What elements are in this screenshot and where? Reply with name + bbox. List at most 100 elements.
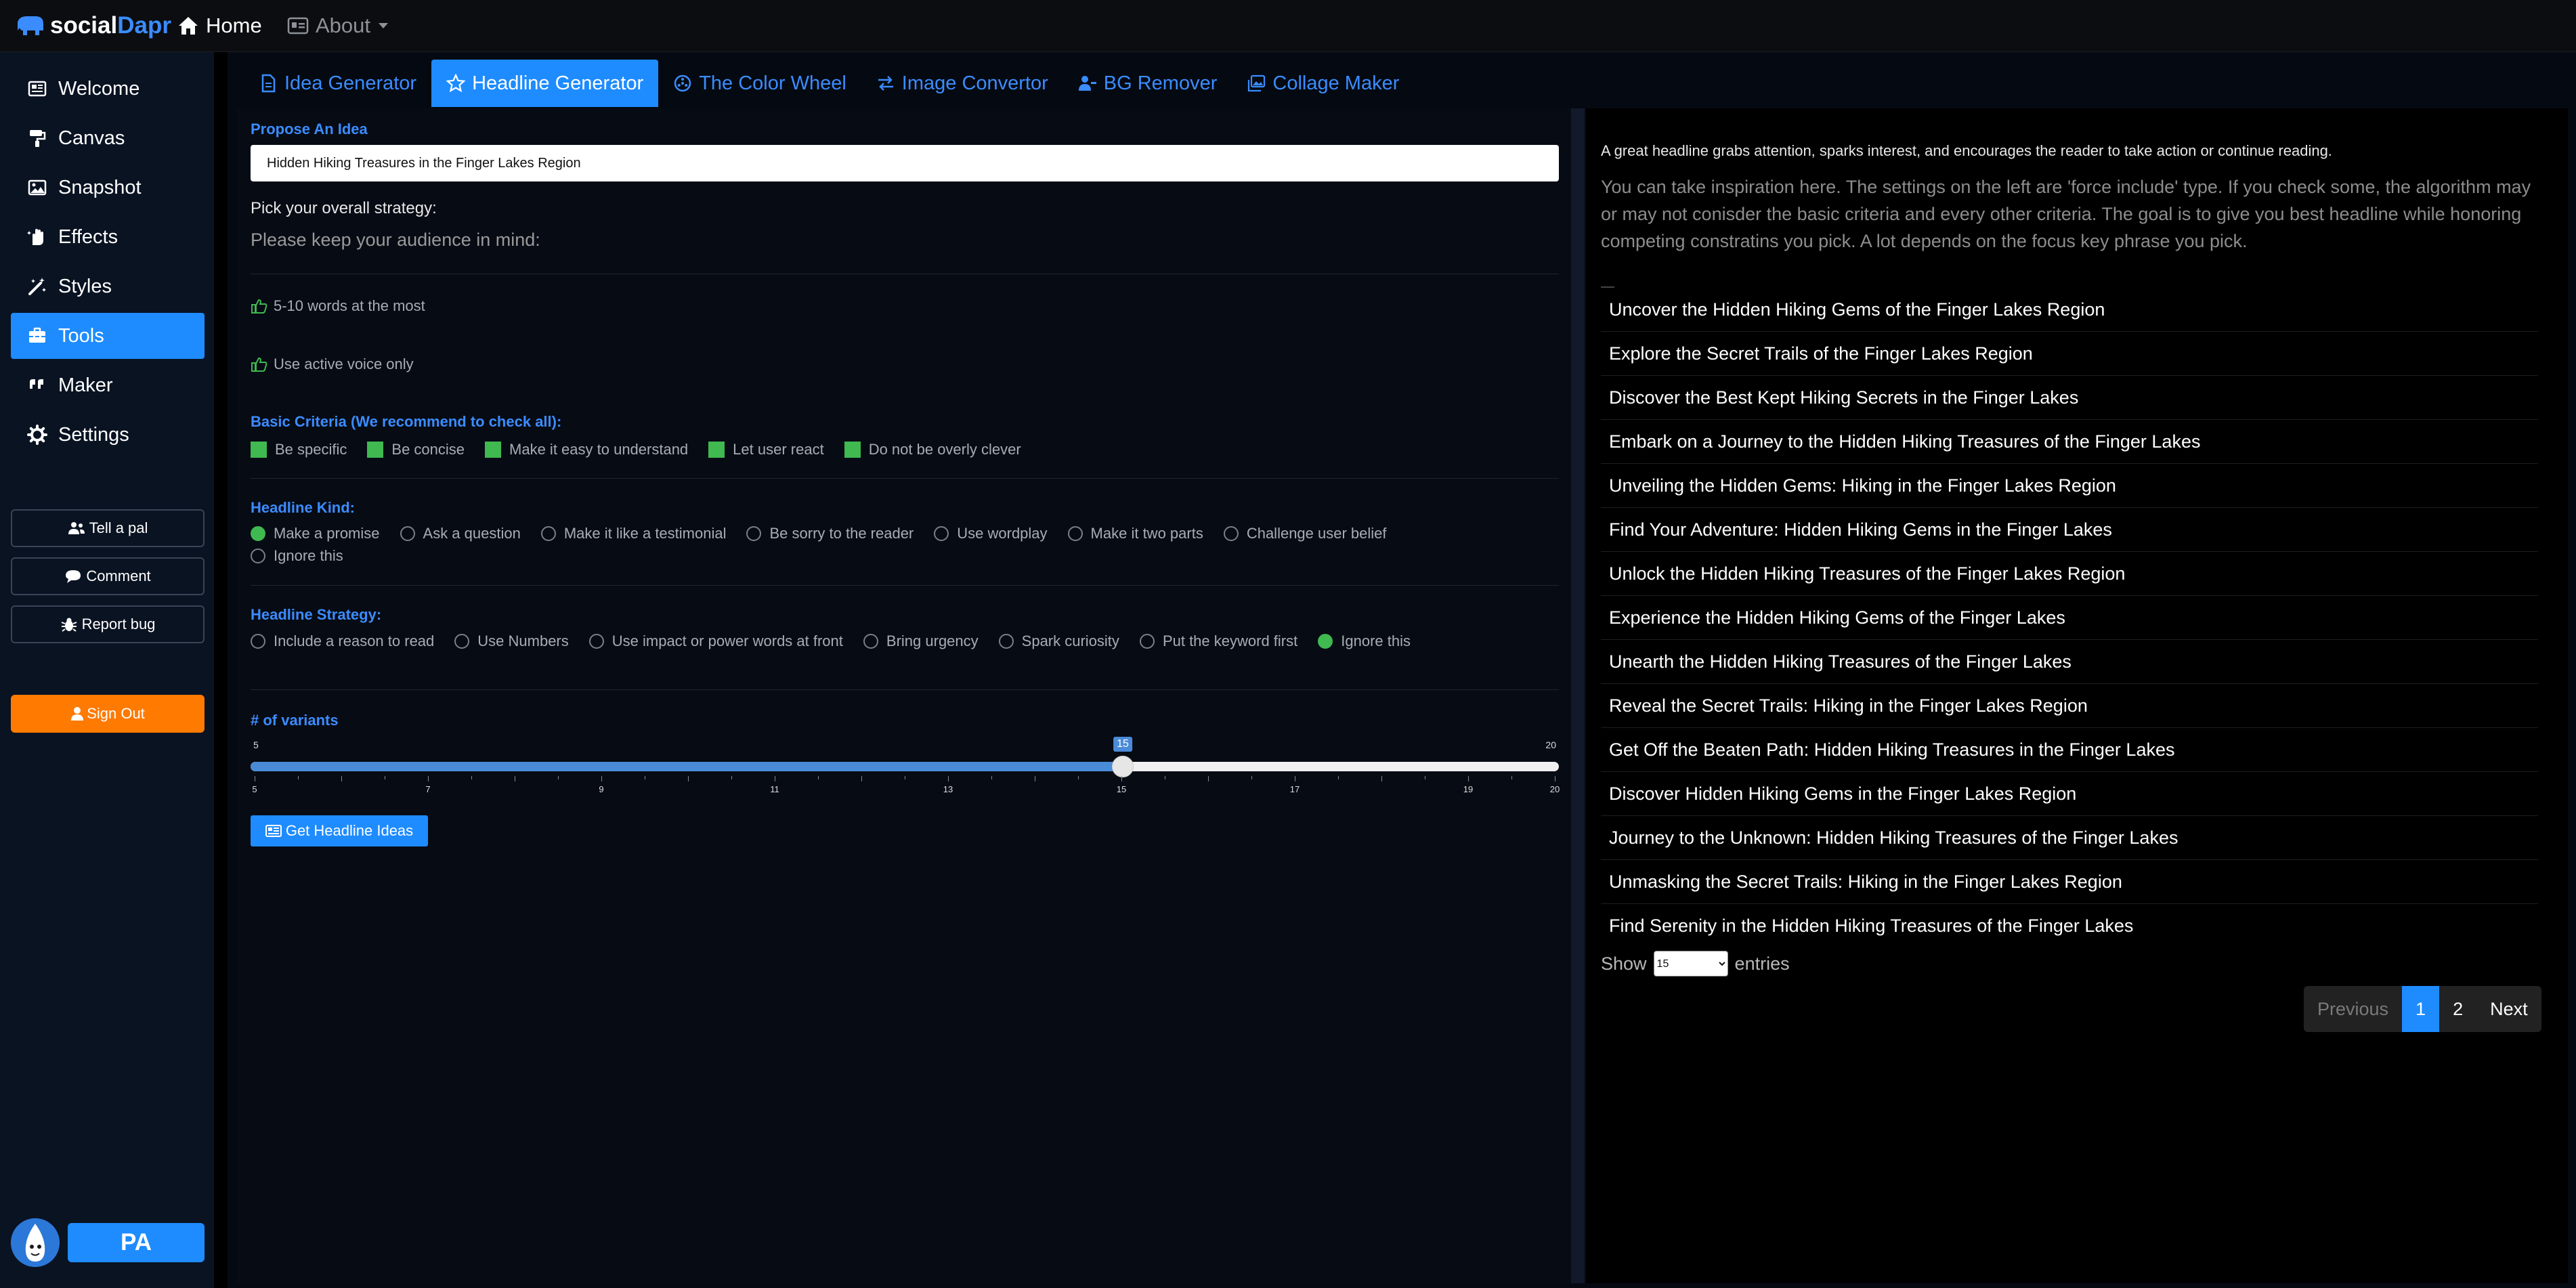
radio-dot[interactable] <box>540 526 556 541</box>
tell-a-pal-button[interactable]: Tell a pal <box>11 509 205 547</box>
radio-be-sorry[interactable]: Be sorry to the reader <box>746 525 914 542</box>
radio-keyword-first[interactable]: Put the keyword first <box>1139 632 1297 650</box>
radio-bring-urgency[interactable]: Bring urgency <box>863 632 979 650</box>
pagination-previous[interactable]: Previous <box>2304 986 2402 1032</box>
gear-icon <box>27 425 47 445</box>
sidebar-item-snapshot[interactable]: Snapshot <box>11 165 205 211</box>
tab-bg-remover[interactable]: BG Remover <box>1063 60 1232 107</box>
radio-dot[interactable] <box>1067 526 1083 541</box>
radio-dot[interactable] <box>1139 634 1155 649</box>
headline-row[interactable]: Find Serenity in the Hidden Hiking Treas… <box>1601 904 2538 948</box>
sidebar-item-styles[interactable]: Styles <box>11 263 205 309</box>
headline-row[interactable]: Discover the Best Kept Hiking Secrets in… <box>1601 376 2538 420</box>
headline-row[interactable]: Unearth the Hidden Hiking Treasures of t… <box>1601 640 2538 684</box>
checkbox-easy-to-understand[interactable]: Make it easy to understand <box>485 441 688 458</box>
radio-ignore-strategy[interactable]: Ignore this <box>1318 632 1411 650</box>
entries-select[interactable]: 15 <box>1653 951 1728 976</box>
pagination-page-1[interactable]: 1 <box>2402 986 2440 1032</box>
headline-kind-radios-row2: Ignore this <box>251 544 364 567</box>
idea-input[interactable] <box>251 145 1559 181</box>
headline-row[interactable]: Unmasking the Secret Trails: Hiking in t… <box>1601 860 2538 904</box>
headline-row[interactable]: Experience the Hidden Hiking Gems of the… <box>1601 596 2538 640</box>
radio-make-a-promise[interactable]: Make a promise <box>251 525 380 542</box>
checkbox-let-user-react[interactable]: Let user react <box>708 441 824 458</box>
headline-row[interactable]: Explore the Secret Trails of the Finger … <box>1601 332 2538 376</box>
comment-button[interactable]: Comment <box>11 557 205 595</box>
sidebar-item-canvas[interactable]: Canvas <box>11 115 205 161</box>
radio-testimonial[interactable]: Make it like a testimonial <box>540 525 726 542</box>
headline-text: Embark on a Journey to the Hidden Hiking… <box>1609 431 2201 452</box>
user-profile-button[interactable]: PA <box>68 1223 205 1262</box>
radio-dot[interactable] <box>251 634 265 649</box>
radio-dot[interactable] <box>998 634 1014 649</box>
get-headline-ideas-button[interactable]: Get Headline Ideas <box>251 815 428 846</box>
tab-image-convertor[interactable]: Image Convertor <box>861 60 1063 107</box>
headline-row[interactable]: Unlock the Hidden Hiking Treasures of th… <box>1601 552 2538 596</box>
radio-reason-to-read[interactable]: Include a reason to read <box>251 632 434 650</box>
sidebar-item-maker[interactable]: Maker <box>11 362 205 408</box>
sidebar-item-settings[interactable]: Settings <box>11 412 205 458</box>
radio-dot[interactable] <box>1318 634 1333 649</box>
divider <box>251 585 1559 586</box>
radio-ignore-kind[interactable]: Ignore this <box>251 547 343 565</box>
top-navbar: social Dapr Home About <box>0 0 2576 52</box>
headline-row[interactable]: Embark on a Journey to the Hidden Hiking… <box>1601 420 2538 464</box>
headline-row[interactable]: Unveiling the Hidden Gems: Hiking in the… <box>1601 464 2538 508</box>
pagination-next[interactable]: Next <box>2476 986 2541 1032</box>
headline-row[interactable]: Uncover the Hidden Hiking Gems of the Fi… <box>1601 288 2538 332</box>
tab-idea-generator[interactable]: Idea Generator <box>244 60 431 107</box>
radio-spark-curiosity[interactable]: Spark curiosity <box>998 632 1119 650</box>
report-bug-button[interactable]: Report bug <box>11 605 205 643</box>
checkbox-be-concise[interactable]: Be concise <box>367 441 465 458</box>
radio-dot[interactable] <box>251 526 265 541</box>
radio-label: Make it two parts <box>1090 525 1203 542</box>
thumbs-up-icon <box>251 299 267 314</box>
tab-collage-maker[interactable]: Collage Maker <box>1232 60 1414 107</box>
radio-dot[interactable] <box>746 526 762 541</box>
results-intro: A great headline grabs attention, sparks… <box>1601 142 2332 159</box>
radio-dot[interactable] <box>863 634 878 649</box>
headline-row[interactable]: Get Off the Beaten Path: Hidden Hiking T… <box>1601 728 2538 772</box>
headline-row[interactable]: Journey to the Unknown: Hidden Hiking Tr… <box>1601 816 2538 860</box>
checkbox-not-overly-clever[interactable]: Do not be overly clever <box>844 441 1021 458</box>
radio-challenge-belief[interactable]: Challenge user belief <box>1223 525 1387 542</box>
radio-dot[interactable] <box>588 634 604 649</box>
nav-home-link[interactable]: Home <box>177 11 262 41</box>
radio-power-words[interactable]: Use impact or power words at front <box>588 632 843 650</box>
headline-row[interactable]: Discover Hidden Hiking Gems in the Finge… <box>1601 772 2538 816</box>
pagination-page-2[interactable]: 2 <box>2439 986 2476 1032</box>
radio-dot[interactable] <box>1223 526 1239 541</box>
slider-handle[interactable] <box>1112 756 1134 777</box>
headline-row[interactable]: Find Your Adventure: Hidden Hiking Gems … <box>1601 508 2538 552</box>
radio-use-wordplay[interactable]: Use wordplay <box>934 525 1048 542</box>
radio-dot[interactable] <box>454 634 470 649</box>
radio-dot[interactable] <box>934 526 949 541</box>
tab-color-wheel[interactable]: The Color Wheel <box>658 60 861 107</box>
tab-headline-generator[interactable]: Headline Generator <box>431 60 659 107</box>
radio-dot[interactable] <box>251 549 265 563</box>
radio-two-parts[interactable]: Make it two parts <box>1067 525 1203 542</box>
checkbox-box[interactable] <box>708 442 725 458</box>
radio-ask-a-question[interactable]: Ask a question <box>400 525 521 542</box>
slider-tick-label: 20 <box>1549 784 1560 794</box>
variants-slider[interactable]: 5 20 15 5 7 9 11 13 15 17 19 20 <box>251 737 1560 798</box>
checkbox-box[interactable] <box>485 442 502 458</box>
checkbox-box[interactable] <box>367 442 384 458</box>
brand-logo[interactable]: social Dapr <box>15 11 171 41</box>
nav-about-dropdown[interactable]: About <box>287 11 389 41</box>
radio-dot[interactable] <box>400 526 415 541</box>
avatar[interactable] <box>11 1218 60 1267</box>
checkbox-be-specific[interactable]: Be specific <box>251 441 347 458</box>
radio-use-numbers[interactable]: Use Numbers <box>454 632 569 650</box>
sidebar-item-welcome[interactable]: Welcome <box>11 66 205 112</box>
sidebar-item-label: Styles <box>58 275 112 297</box>
slider-tick-label: 7 <box>425 784 431 794</box>
sidebar-item-tools[interactable]: Tools <box>11 313 205 359</box>
sign-out-button[interactable]: Sign Out <box>11 695 205 733</box>
sidebar-item-effects[interactable]: Effects <box>11 214 205 260</box>
checkbox-label: Be specific <box>275 441 347 458</box>
checkbox-box[interactable] <box>844 442 861 458</box>
hand-sparkles-icon <box>27 229 43 245</box>
checkbox-box[interactable] <box>251 442 267 458</box>
headline-row[interactable]: Reveal the Secret Trails: Hiking in the … <box>1601 684 2538 728</box>
